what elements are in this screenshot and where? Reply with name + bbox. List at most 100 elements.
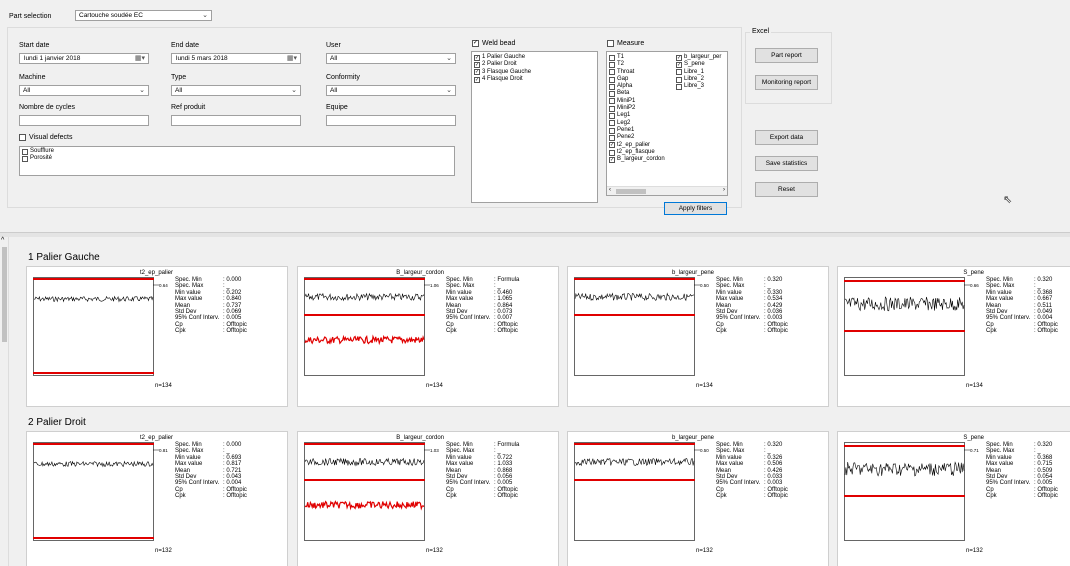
part-selection-value: Cartouche soudée EC [79,12,143,19]
measure-item[interactable]: Alpha [609,83,665,90]
checkbox-icon[interactable]: ✓ [472,40,479,47]
export-data-button[interactable]: Export data [755,130,818,145]
stat-label: Cpk [446,328,457,335]
measure-item[interactable]: Leg2 [609,120,665,127]
checkbox-icon[interactable] [22,148,28,155]
measure-item[interactable]: Leg1 [609,112,665,120]
measure-item[interactable]: ✓ b_largeur_per [676,54,721,61]
equipe-input[interactable] [326,115,456,126]
checkbox-icon[interactable]: ✓ [474,76,480,83]
list-item[interactable]: ✓ 4 Flasque Droit [474,76,595,83]
calendar-icon[interactable]: ▦▾ [287,54,297,62]
checkbox-icon[interactable]: ✓ [474,54,480,61]
checkbox-icon[interactable]: ✓ [609,142,615,149]
control-chart: 0.504 [574,277,709,376]
checkbox-icon[interactable] [609,127,615,134]
checkbox-icon[interactable] [609,54,615,61]
measure-item[interactable]: ✓ S_pene [676,61,721,68]
part-selection-dropdown[interactable]: Cartouche soudée EC ⌄ [75,10,212,21]
machine-dropdown[interactable]: All ⌄ [19,85,149,96]
measure-item[interactable]: T2 [609,61,665,68]
measure-item[interactable]: t2_ep_flasque [609,149,665,156]
calendar-icon[interactable]: ▦▾ [135,54,145,62]
plot-title: S_pene [963,435,984,441]
visual-defects-checkbox[interactable]: Visual defects [19,134,72,141]
checkbox-icon[interactable] [676,83,682,90]
measure-list[interactable]: T1 T2 Throat Gap Alpha Beta MiniP1 MiniP2 Leg1 Le… [606,51,728,196]
list-item[interactable]: ✓ 1 Palier Gauche [474,54,595,61]
stats-table: Spec. Min: 0.000 Spec. Max: _ Min value: 0… [175,277,247,335]
checkbox-icon[interactable] [19,134,26,141]
measure-item[interactable]: Throat [609,69,665,76]
stats-row: Cpk: Offtopic [446,328,519,334]
checkbox-icon[interactable]: ✓ [609,156,615,163]
part-report-button[interactable]: Part report [755,48,818,63]
checkbox-icon[interactable]: ✓ [676,54,682,61]
list-item[interactable]: Soufflure [22,148,452,155]
checkbox-icon[interactable] [607,40,614,47]
measure-checkbox[interactable]: Measure [607,40,644,47]
list-item[interactable]: ✓ 3 Flasque Gauche [474,69,595,76]
checkbox-icon[interactable] [609,83,615,90]
measure-item[interactable]: ✓ B_largeur_cordon [609,156,665,163]
measure-item[interactable]: MiniP1 [609,98,665,105]
checkbox-icon[interactable]: ✓ [474,61,480,68]
max-tag: 0.504 [700,283,709,288]
measure-item[interactable]: Libre_2 [676,76,721,83]
measure-item[interactable]: ✓ t2_ep_palier [609,142,665,149]
conformity-dropdown[interactable]: All ⌄ [326,85,456,96]
checkbox-icon[interactable] [609,120,615,127]
apply-filters-button[interactable]: Apply filters [664,202,727,215]
checkbox-icon[interactable] [676,76,682,83]
stat-value: : 0.000 [223,277,242,283]
weld-bead-checkbox[interactable]: ✓ Weld bead [472,40,515,47]
checkbox-icon[interactable] [609,61,615,68]
scrollbar-thumb[interactable] [2,247,7,342]
measure-item[interactable]: Libre_1 [676,69,721,76]
list-item[interactable]: ✓ 2 Palier Droit [474,61,595,68]
stat-value: : 0.667 [1034,296,1053,303]
chevron-right-icon[interactable]: › [723,187,725,193]
checkbox-icon[interactable] [22,155,28,162]
chevron-left-icon[interactable]: ‹ [609,187,611,193]
weld-bead-list[interactable]: ✓ 1 Palier Gauche ✓ 2 Palier Droit ✓ 3 Flas… [471,51,598,203]
section-title: 1 Palier Gauche [28,252,100,263]
visual-defects-list[interactable]: Soufflure Porosité [19,146,455,176]
measure-hscrollbar[interactable]: ‹ › [607,186,727,195]
sample-count: n=134 [696,383,713,389]
checkbox-icon[interactable] [609,69,615,76]
checkbox-icon[interactable] [609,134,615,141]
scrollbar-thumb[interactable] [616,189,646,194]
type-dropdown[interactable]: All ⌄ [171,85,301,96]
measure-item[interactable]: Gap [609,76,665,83]
machine-value: All [23,87,31,94]
checkbox-icon[interactable]: ✓ [676,61,682,68]
start-date-picker[interactable]: lundi 1 janvier 2018 ▦▾ [19,53,149,64]
monitoring-report-button[interactable]: Monitoring report [755,75,818,90]
list-item[interactable]: Porosité [22,155,452,162]
ref-input[interactable] [171,115,301,126]
measure-item[interactable]: Pene1 [609,127,665,134]
measure-item[interactable]: T1 [609,54,665,61]
reset-button[interactable]: Reset [755,182,818,197]
stat-value: : 1.033 [494,461,513,468]
checkbox-icon[interactable] [609,105,615,112]
checkbox-icon[interactable] [609,149,615,156]
end-date-picker[interactable]: lundi 5 mars 2018 ▦▾ [171,53,301,64]
cycles-input[interactable] [19,115,149,126]
checkbox-icon[interactable] [609,98,615,105]
save-statistics-button[interactable]: Save statistics [755,156,818,171]
checkbox-icon[interactable] [609,113,615,120]
measure-item[interactable]: MiniP2 [609,105,665,112]
results-vscrollbar[interactable]: ^ [0,237,9,566]
measure-item[interactable]: Libre_3 [676,83,721,90]
chevron-up-icon[interactable]: ^ [1,237,4,244]
measure-item[interactable]: Pene2 [609,134,665,141]
checkbox-icon[interactable] [676,69,682,76]
user-dropdown[interactable]: All ⌄ [326,53,456,64]
stats-row: Cpk: Offtopic [986,328,1058,334]
checkbox-icon[interactable] [609,91,615,98]
measure-item[interactable]: Beta [609,90,665,98]
checkbox-icon[interactable]: ✓ [474,69,480,76]
checkbox-icon[interactable] [609,76,615,83]
